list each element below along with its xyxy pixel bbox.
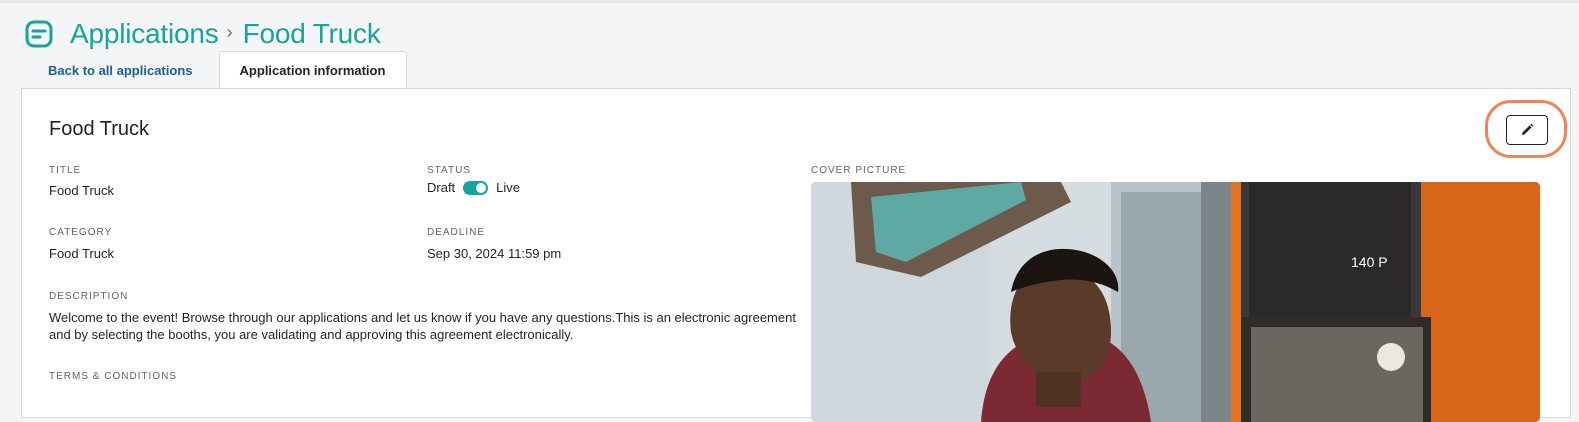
description-value: Welcome to the event! Browse through our…: [49, 310, 796, 342]
breadcrumb-separator: ›: [226, 21, 233, 42]
category-label: CATEGORY: [49, 227, 113, 238]
deadline-label: DEADLINE: [427, 227, 486, 238]
toggle-knob: [476, 182, 487, 193]
svg-text:140 P: 140 P: [1351, 254, 1388, 270]
tab-application-information[interactable]: Application information: [218, 51, 407, 89]
cover-photo-illustration: 140 P: [811, 182, 1540, 422]
description-label: DESCRIPTION: [49, 291, 129, 302]
page-header: Applications › Food Truck: [24, 14, 381, 54]
breadcrumb-applications[interactable]: Applications: [70, 18, 219, 50]
breadcrumb-current: Food Truck: [242, 18, 381, 49]
edit-button[interactable]: [1506, 115, 1548, 145]
status-draft-label: Draft: [427, 180, 456, 195]
status-live-label: Live: [496, 180, 521, 195]
category-value: Food Truck: [49, 246, 115, 261]
top-border: [0, 0, 1579, 3]
title-label: TITLE: [49, 165, 82, 176]
tab-bar: Back to all applications Application inf…: [22, 51, 407, 89]
status-label: STATUS: [427, 165, 471, 176]
cover-picture: 140 P: [811, 182, 1540, 422]
cover-picture-label: COVER PICTURE: [811, 165, 907, 176]
application-card: Food Truck TITLE Food Truck CATEGORY Foo…: [21, 88, 1571, 422]
document-icon: [25, 20, 53, 48]
deadline-value: Sep 30, 2024 11:59 pm: [427, 246, 562, 261]
card-title: Food Truck: [49, 118, 150, 140]
title-value: Food Truck: [49, 183, 115, 198]
tab-back-to-applications[interactable]: Back to all applications: [22, 51, 219, 89]
terms-label: TERMS & CONDITIONS: [49, 371, 178, 382]
status-toggle[interactable]: [463, 180, 489, 195]
pencil-icon: [1522, 123, 1534, 135]
status-toggle-row: Draft Live: [427, 180, 520, 195]
